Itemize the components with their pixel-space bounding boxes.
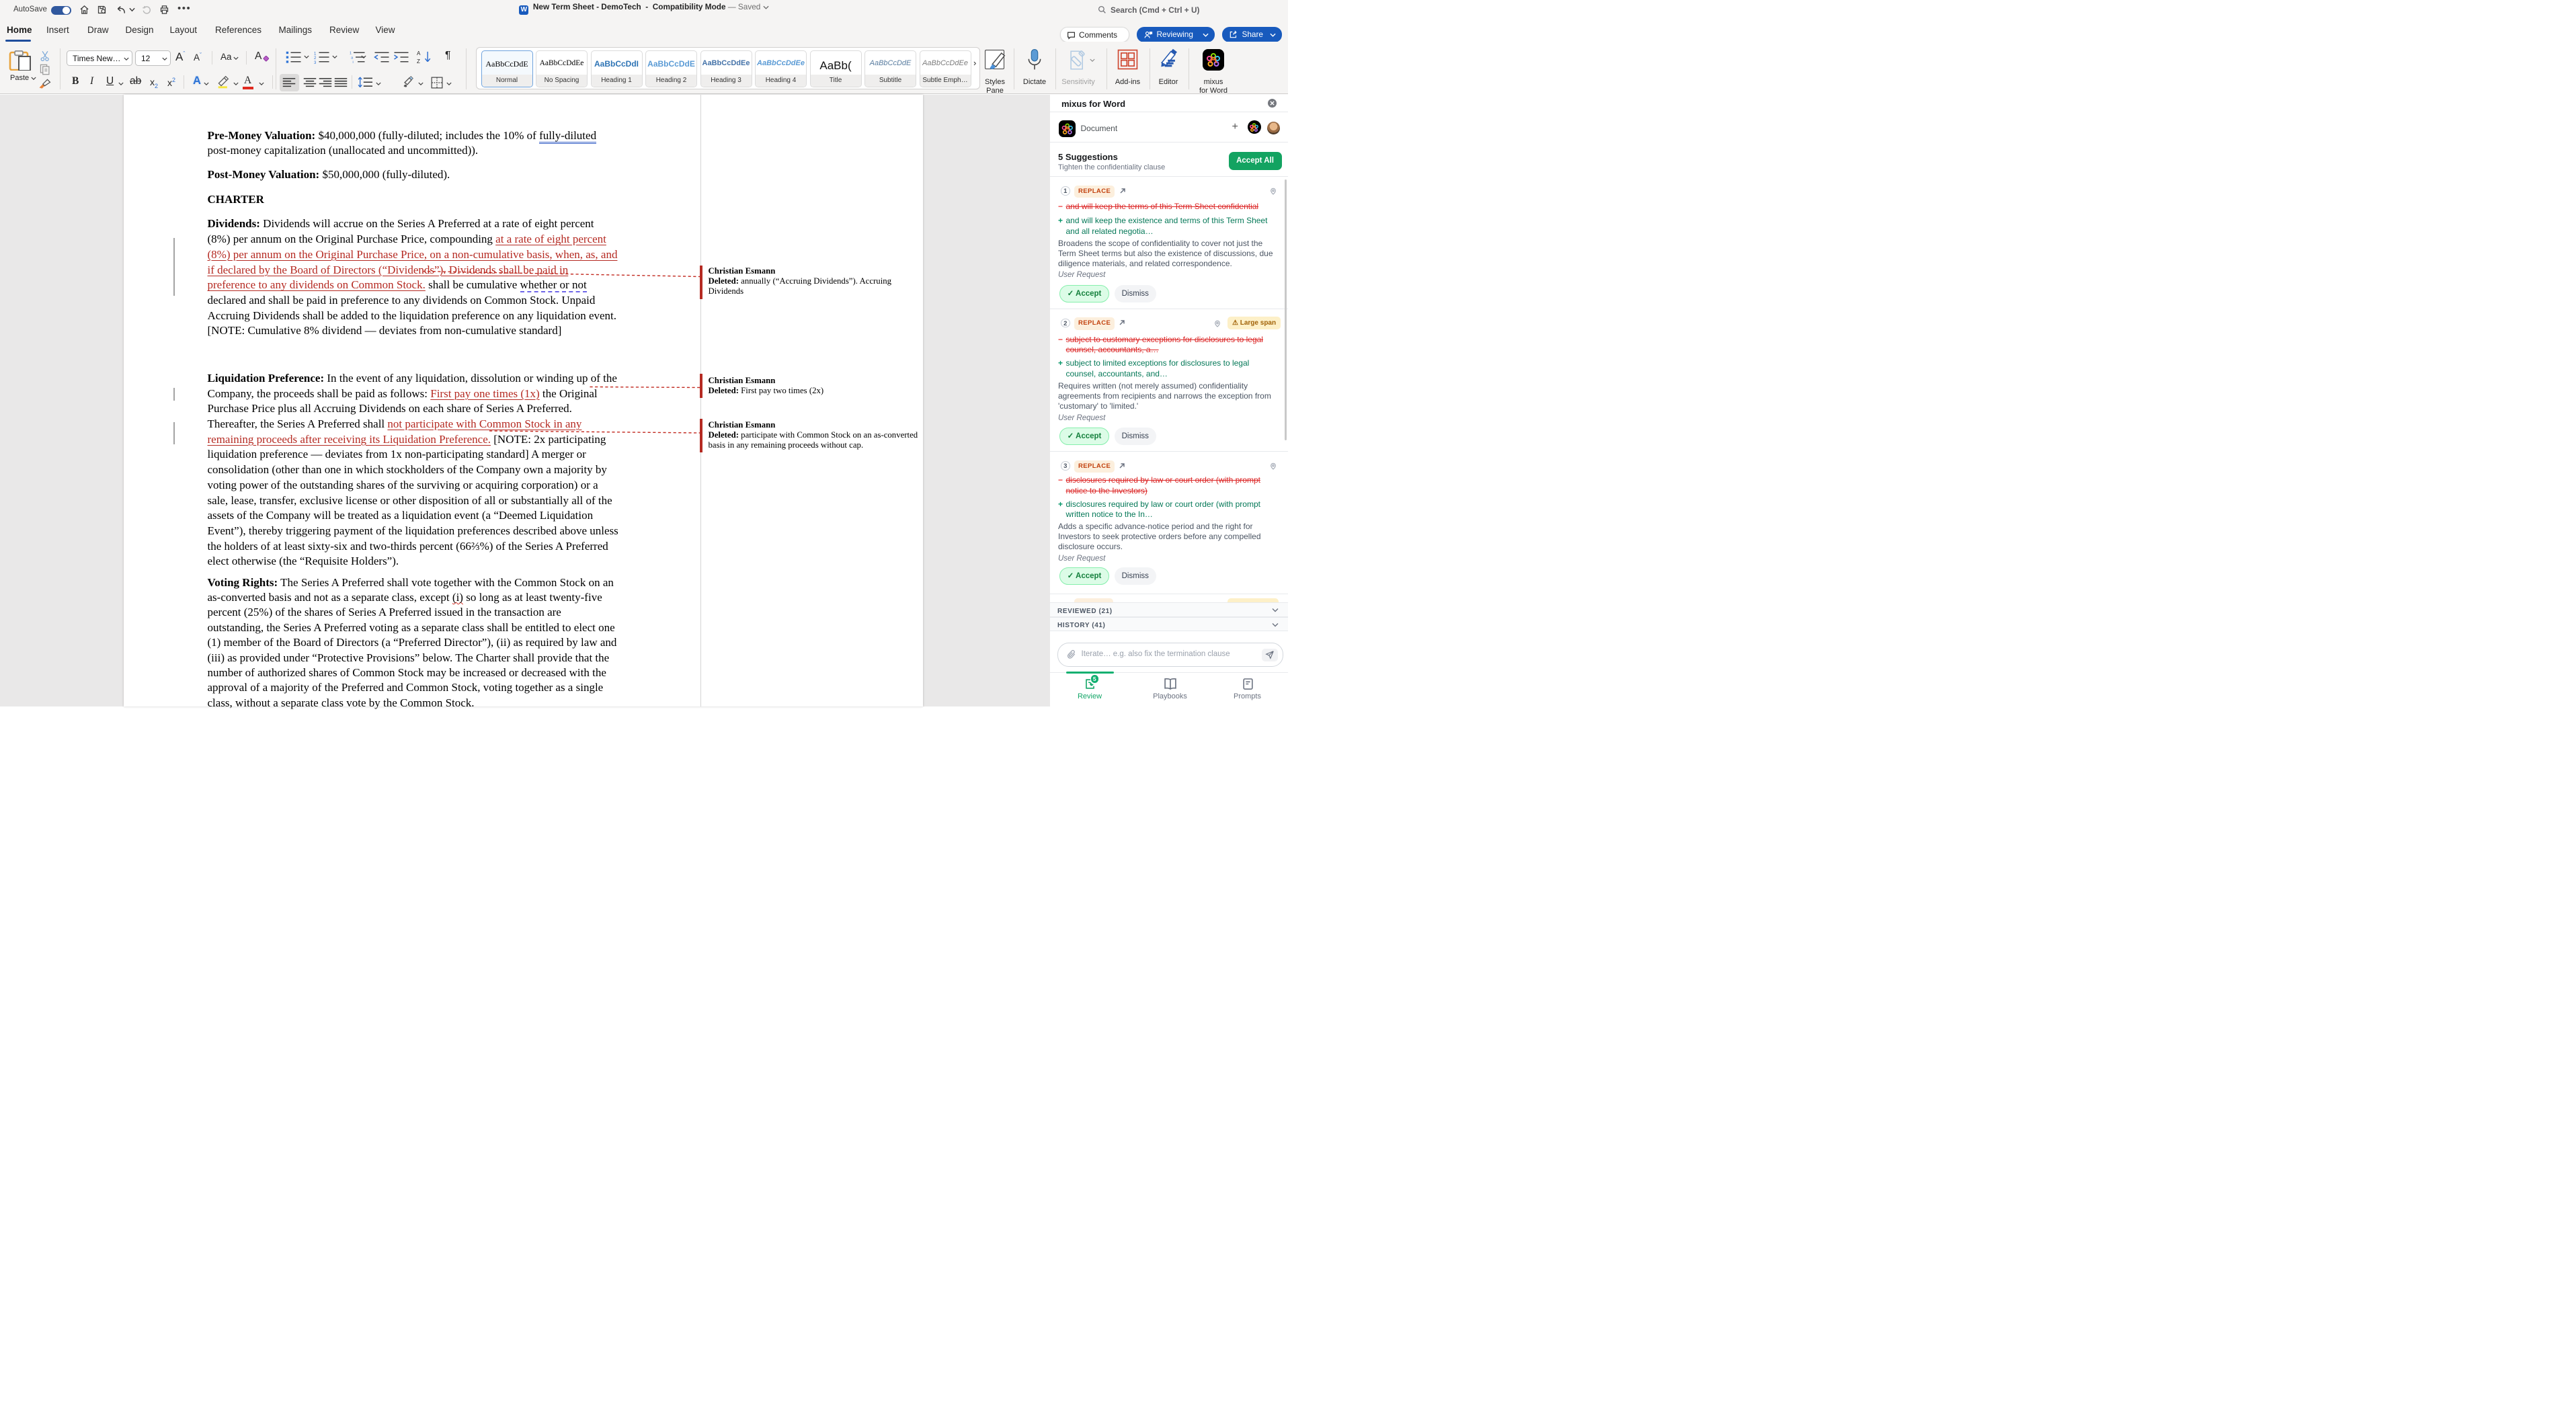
svg-text:1: 1 xyxy=(314,52,317,56)
svg-text:A: A xyxy=(417,50,421,56)
svg-text:Z: Z xyxy=(417,58,420,65)
svg-text:i: i xyxy=(353,60,354,64)
svg-text:2: 2 xyxy=(314,56,317,60)
svg-text:3: 3 xyxy=(314,61,317,64)
svg-text:a: a xyxy=(351,56,353,60)
svg-text:1: 1 xyxy=(350,52,352,56)
